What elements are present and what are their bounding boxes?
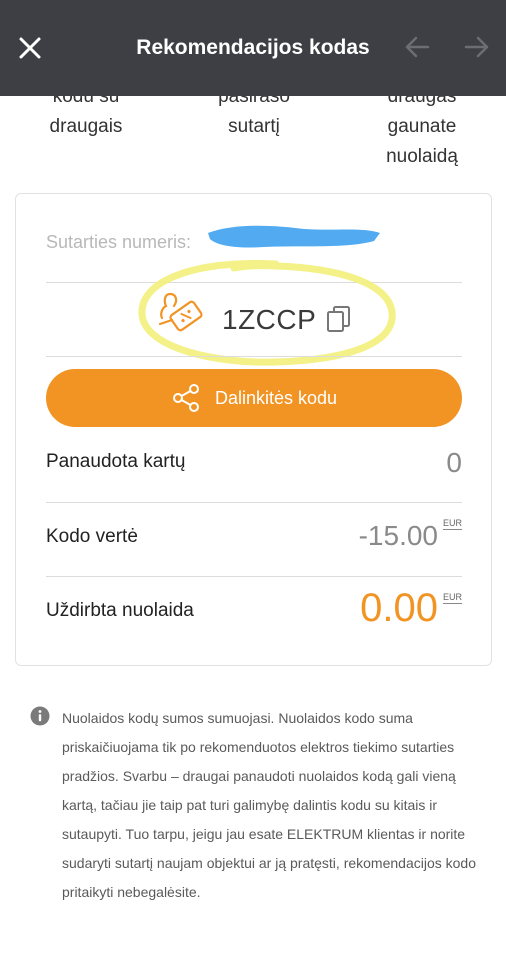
divider xyxy=(46,356,462,357)
earned-discount-label: Uždirbta nuolaida xyxy=(46,600,194,621)
top-bar: Rekomendacijos kodas xyxy=(0,0,506,96)
earned-discount-amount: 0.00 xyxy=(360,586,438,630)
times-used-label: Panaudota kartų xyxy=(46,451,186,472)
share-icon xyxy=(172,384,199,412)
contract-number-label: Sutarties numeris: xyxy=(46,232,192,252)
share-button-label: Dalinkitės kodu xyxy=(214,387,338,408)
times-used-row: Panaudota kartų 0 xyxy=(46,427,462,501)
code-value-amount: -15.00 xyxy=(358,520,438,551)
step-text: draugais xyxy=(49,116,123,137)
step-text: gaunate xyxy=(387,116,457,137)
referral-card: Sutarties numeris: 1ZCCP Dalinkitės kodu xyxy=(15,193,492,666)
page-title: Rekomendacijos kodas xyxy=(136,36,370,59)
code-value-label: Kodo vertė xyxy=(46,526,138,547)
info-icon xyxy=(30,706,50,726)
currency-label: EUR xyxy=(442,518,462,530)
referral-code-icon xyxy=(158,292,203,332)
step-text: sutartį xyxy=(228,116,280,137)
earned-discount-row: Uždirbta nuolaida 0.00 EUR xyxy=(46,576,462,650)
copy-icon[interactable] xyxy=(326,305,352,333)
arrow-left-icon[interactable] xyxy=(404,34,430,60)
times-used-value: 0 xyxy=(446,447,462,478)
currency-label: EUR xyxy=(442,592,462,604)
referral-code: 1ZCCP xyxy=(222,304,317,335)
code-value-row: Kodo vertė -15.00 EUR xyxy=(46,502,462,576)
redaction-scribble xyxy=(208,225,380,248)
info-text: Nuolaidos kodų sumos sumuojasi. Nuolaido… xyxy=(62,710,476,900)
step-text: nuolaidą xyxy=(386,146,458,167)
share-code-button[interactable]: Dalinkitės kodu xyxy=(46,369,462,427)
arrow-right-icon[interactable] xyxy=(464,34,490,60)
